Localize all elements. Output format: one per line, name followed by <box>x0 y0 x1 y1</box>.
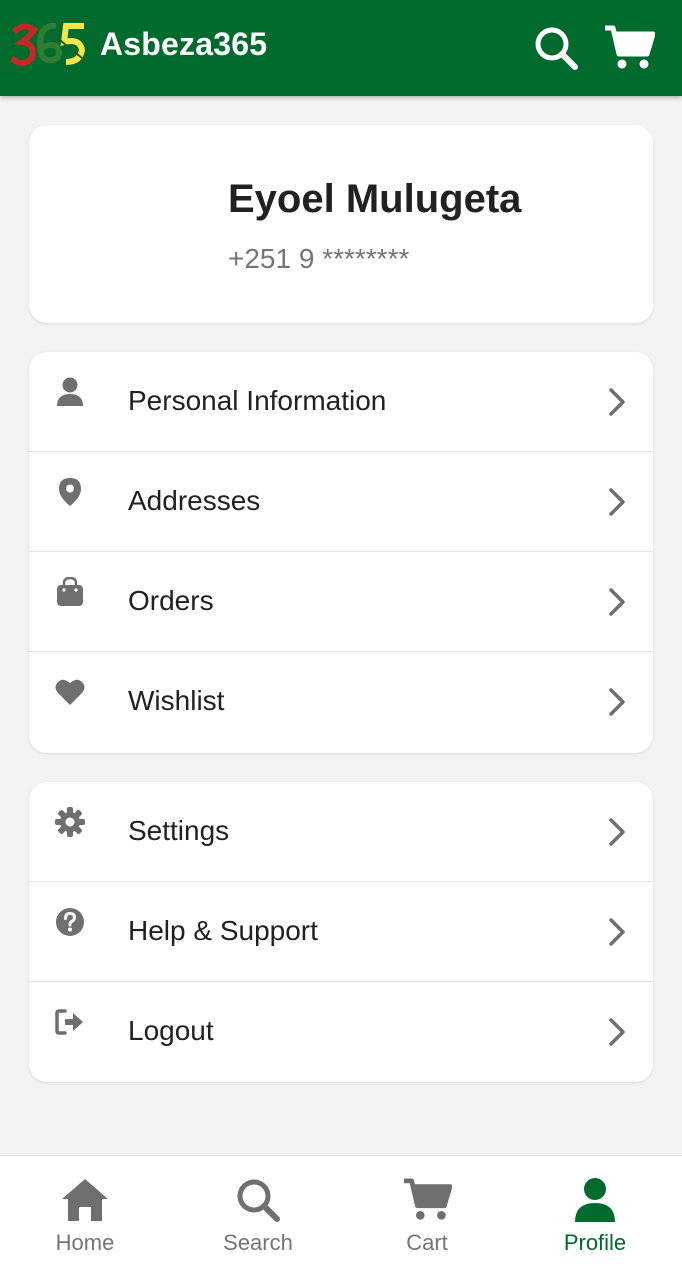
location-pin-icon <box>54 476 86 508</box>
profile-phone: +251 9 ******** <box>228 243 410 274</box>
logout-icon <box>54 1006 86 1038</box>
heart-icon <box>54 676 86 708</box>
menu-item-addresses[interactable]: Addresses <box>29 452 653 552</box>
menu-item-label: Orders <box>128 585 214 616</box>
menu-item-settings[interactable]: Settings <box>29 782 653 882</box>
chevron-right-icon <box>609 688 625 716</box>
person-icon <box>569 1174 621 1226</box>
question-circle-icon <box>54 906 86 938</box>
profile-name: Eyoel Mulugeta <box>228 177 522 221</box>
menu-item-wishlist[interactable]: Wishlist <box>29 652 653 752</box>
person-icon <box>54 376 86 408</box>
nav-home[interactable]: Home <box>0 1156 170 1280</box>
nav-label: Profile <box>563 1230 627 1255</box>
chevron-right-icon <box>609 488 625 516</box>
menu-item-personal-information[interactable]: Personal Information <box>29 352 653 452</box>
chevron-right-icon <box>609 918 625 946</box>
search-icon <box>232 1174 284 1226</box>
nav-label: Home <box>55 1230 115 1255</box>
menu-item-label: Help & Support <box>128 915 318 946</box>
app-title: Asbeza365 <box>100 26 268 62</box>
profile-card: Eyoel Mulugeta +251 9 ******** <box>29 125 653 323</box>
chevron-right-icon <box>609 388 625 416</box>
app-logo <box>9 18 90 74</box>
menu-item-label: Settings <box>128 815 230 846</box>
menu-item-label: Logout <box>128 1015 214 1046</box>
nav-label: Search <box>223 1230 293 1255</box>
gear-icon <box>54 806 86 838</box>
chevron-right-icon <box>609 1018 625 1046</box>
bottom-navigation: Home Search Cart Profile <box>0 1155 682 1280</box>
nav-search[interactable]: Search <box>173 1156 343 1280</box>
search-icon <box>535 27 578 70</box>
search-button[interactable] <box>528 20 584 76</box>
nav-label: Cart <box>406 1230 448 1255</box>
app-bar: Asbeza365 <box>0 0 682 96</box>
cart-icon <box>605 25 655 69</box>
home-icon <box>59 1174 111 1226</box>
cart-button[interactable] <box>601 20 657 76</box>
shopping-bag-icon <box>54 576 86 608</box>
chevron-right-icon <box>609 588 625 616</box>
chevron-right-icon <box>609 818 625 846</box>
nav-cart[interactable]: Cart <box>342 1156 512 1280</box>
menu-item-label: Addresses <box>128 485 261 516</box>
account-menu: Personal Information Addresses Orders Wi… <box>29 352 653 753</box>
settings-menu: Settings Help & Support Logout <box>29 782 653 1082</box>
menu-item-label: Wishlist <box>128 685 225 716</box>
nav-profile[interactable]: Profile <box>510 1156 680 1280</box>
menu-item-help-support[interactable]: Help & Support <box>29 882 653 982</box>
menu-item-label: Personal Information <box>128 385 387 416</box>
menu-item-logout[interactable]: Logout <box>29 982 653 1082</box>
cart-icon <box>401 1174 453 1226</box>
menu-item-orders[interactable]: Orders <box>29 552 653 652</box>
